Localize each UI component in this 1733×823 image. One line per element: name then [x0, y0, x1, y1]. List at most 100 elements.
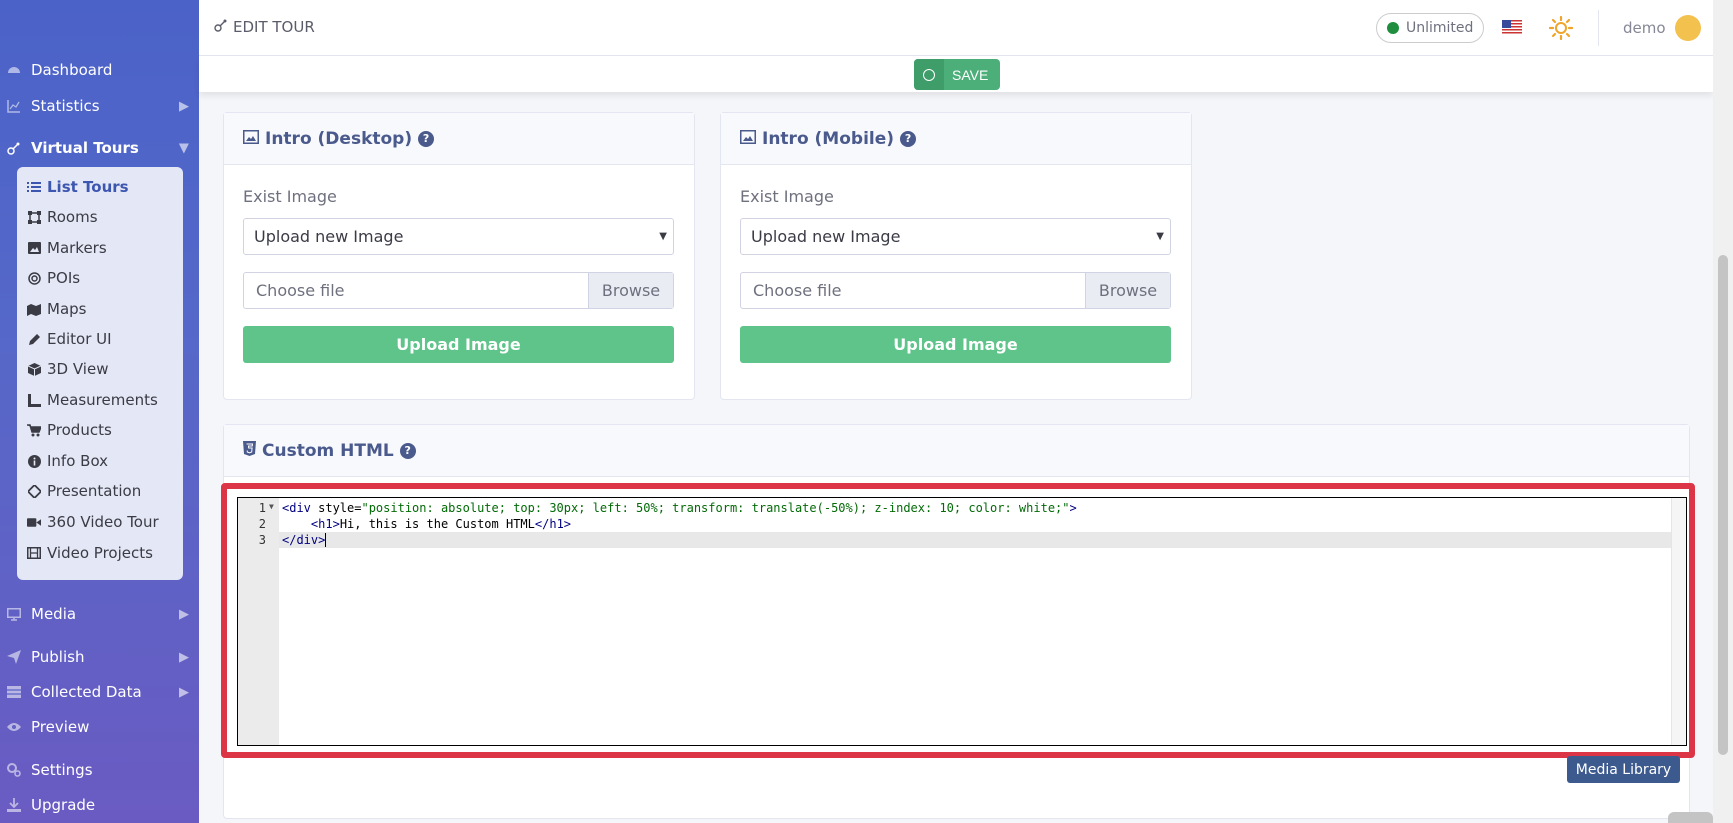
eye-icon [6, 719, 22, 735]
scrollbar-thumb[interactable] [1718, 255, 1728, 755]
list-icon [27, 180, 41, 194]
exist-image-select[interactable]: Upload new Image ▼ [740, 218, 1171, 255]
submenu-item-3d-view[interactable]: 3D View [27, 354, 108, 384]
code-line-1: <div style="position: absolute; top: 30p… [279, 500, 1686, 516]
html5-icon [243, 440, 256, 461]
exist-image-label: Exist Image [740, 187, 834, 206]
submenu-label: POIs [47, 269, 81, 287]
code-token: <h1> [310, 517, 340, 531]
download-icon [6, 797, 22, 813]
chevron-down-icon: ▶ [176, 143, 192, 153]
submenu-item-360-video-tour[interactable]: 360 Video Tour [27, 507, 159, 537]
sidebar-item-label: Dashboard [31, 61, 113, 79]
save-bar: SAVE [199, 56, 1713, 92]
bullseye-icon [27, 271, 41, 285]
sidebar-item-label: Virtual Tours [31, 139, 139, 157]
user-name[interactable]: demo [1623, 19, 1666, 37]
map-icon [27, 302, 41, 316]
video-icon [27, 515, 41, 529]
caret-down-icon: ▼ [1156, 231, 1164, 242]
submenu-label: 360 Video Tour [47, 513, 159, 531]
divider [1598, 10, 1599, 46]
scroll-handle[interactable] [1668, 812, 1713, 823]
submenu-label: Presentation [47, 482, 142, 500]
tour-icon [214, 18, 228, 36]
submenu-item-info-box[interactable]: Info Box [27, 446, 108, 476]
sidebar-item-media[interactable]: Media ▶ [0, 597, 199, 631]
sidebar-item-publish[interactable]: Publish ▶ [0, 640, 199, 674]
file-input[interactable]: Choose file Browse [243, 272, 674, 309]
avatar[interactable] [1675, 15, 1701, 41]
chevron-right-icon: ▶ [179, 606, 189, 622]
submenu-item-measurements[interactable]: Measurements [27, 385, 158, 415]
text-cursor [325, 533, 327, 547]
browse-button[interactable]: Browse [1085, 273, 1170, 308]
diamond-icon [27, 484, 41, 498]
code-token: style= [310, 501, 362, 515]
plan-badge-label: Unlimited [1406, 20, 1474, 36]
status-dot-icon [1387, 22, 1399, 34]
vector-square-icon [27, 210, 41, 224]
sidebar: Dashboard Statistics ▶ Virtual Tours ▶ L… [0, 0, 199, 823]
submenu-label: Video Projects [47, 544, 153, 562]
page-scrollbar[interactable] [1668, 0, 1733, 823]
page-title: EDIT TOUR [214, 18, 315, 36]
sidebar-item-upgrade[interactable]: Upgrade [0, 788, 199, 822]
image-icon [27, 241, 41, 255]
submenu-label: Info Box [47, 452, 109, 470]
submenu-item-pois[interactable]: POIs [27, 263, 80, 293]
submenu-item-editor-ui[interactable]: Editor UI [27, 324, 112, 354]
chevron-right-icon: ▶ [179, 649, 189, 665]
code-token: </div> [282, 533, 326, 547]
editor-scrollbar[interactable] [1671, 498, 1686, 745]
exist-image-select[interactable]: Upload new Image ▼ [243, 218, 674, 255]
sidebar-item-label: Statistics [31, 97, 100, 115]
card-title: Custom HTML [262, 440, 394, 461]
submenu-item-video-projects[interactable]: Video Projects [27, 538, 153, 568]
sidebar-item-statistics[interactable]: Statistics ▶ [0, 89, 199, 123]
ruler-icon [27, 393, 41, 407]
us-flag-icon[interactable] [1502, 20, 1522, 35]
submenu-label: Markers [47, 239, 107, 257]
card-title: Intro (Desktop) [265, 128, 413, 149]
submenu-item-maps[interactable]: Maps [27, 294, 86, 324]
chart-icon [6, 98, 22, 114]
code-token: > [1069, 501, 1077, 515]
help-icon[interactable]: ? [399, 442, 416, 459]
help-icon[interactable]: ? [900, 130, 917, 147]
media-library-button[interactable]: Media Library [1567, 756, 1680, 783]
submenu-item-rooms[interactable]: Rooms [27, 202, 98, 232]
browse-button[interactable]: Browse [588, 273, 673, 308]
sidebar-item-dashboard[interactable]: Dashboard [0, 53, 199, 87]
submenu-item-products[interactable]: Products [27, 415, 112, 445]
sidebar-item-virtual-tours[interactable]: Virtual Tours ▶ [0, 131, 199, 165]
file-input[interactable]: Choose file Browse [740, 272, 1171, 309]
line-number: 3 [258, 533, 266, 547]
exist-image-label: Exist Image [243, 187, 337, 206]
sidebar-item-collected-data[interactable]: Collected Data ▶ [0, 675, 199, 709]
sun-icon[interactable] [1549, 16, 1573, 40]
sidebar-item-preview[interactable]: Preview [0, 710, 199, 744]
save-button[interactable]: SAVE [914, 59, 1000, 90]
submenu-item-presentation[interactable]: Presentation [27, 476, 141, 506]
upload-image-button[interactable]: Upload Image [740, 326, 1171, 363]
card-title: Intro (Mobile) [762, 128, 895, 149]
custom-html-code-editor[interactable]: 1 ▼ 2 3 <div style="position: absolute; … [237, 497, 1687, 746]
submenu-item-markers[interactable]: Markers [27, 233, 107, 263]
upload-image-button[interactable]: Upload Image [243, 326, 674, 363]
submenu-label: Rooms [47, 208, 98, 226]
sidebar-item-label: Media [31, 605, 77, 623]
sidebar-item-label: Publish [31, 648, 85, 666]
code-token: </h1> [534, 517, 572, 531]
submenu-label: List Tours [47, 178, 129, 196]
sidebar-item-settings[interactable]: Settings [0, 753, 199, 787]
card-header: Intro (Desktop) ? [224, 113, 694, 165]
editor-gutter: 1 ▼ 2 3 [238, 498, 279, 745]
submenu-label: Editor UI [47, 330, 112, 348]
submenu-label: 3D View [47, 360, 109, 378]
code-token: "position: absolute; top: 30px; left: 50… [361, 501, 1070, 515]
fold-arrow-icon[interactable]: ▼ [269, 502, 274, 511]
plan-status-badge: Unlimited [1376, 13, 1485, 43]
submenu-item-list-tours[interactable]: List Tours [27, 172, 129, 202]
help-icon[interactable]: ? [418, 130, 435, 147]
